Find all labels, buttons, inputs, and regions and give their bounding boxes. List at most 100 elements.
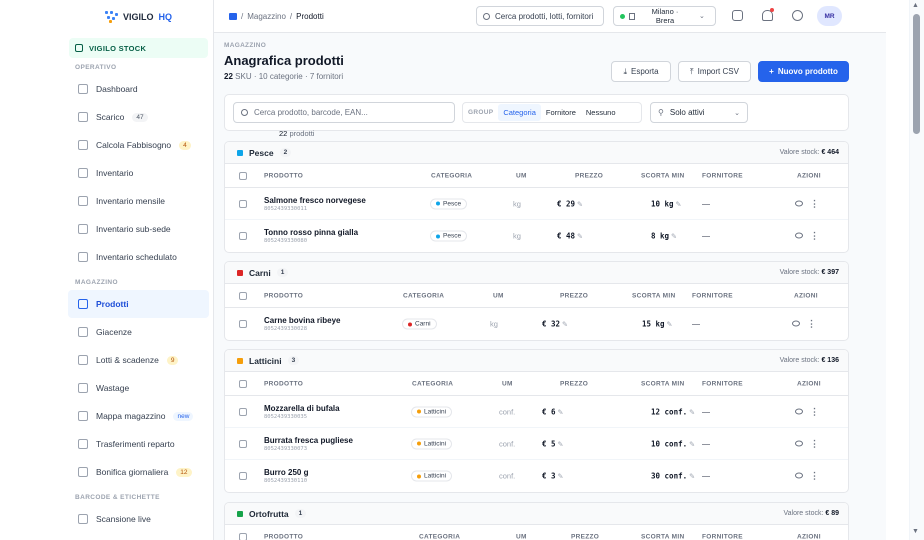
edit-pencil-icon[interactable]: ✎ — [560, 322, 568, 329]
column-header-product[interactable]: PRODOTTO — [264, 380, 303, 387]
column-header-min-stock[interactable]: SCORTA MIN — [641, 533, 684, 540]
column-header-product[interactable]: PRODOTTO — [264, 172, 303, 179]
view-eye-icon[interactable] — [792, 320, 800, 327]
edit-pencil-icon[interactable]: ✎ — [674, 201, 682, 208]
min-stock-cell[interactable]: 30 conf. ✎ — [651, 472, 695, 481]
edit-pencil-icon[interactable]: ✎ — [556, 474, 563, 481]
sidebar-item-scarico[interactable]: Scarico 47 — [64, 103, 213, 131]
row-checkbox[interactable] — [239, 472, 247, 480]
sidebar-item-wastage[interactable]: Wastage — [64, 374, 213, 402]
product-cell[interactable]: Mozzarella di bufala 8052439330035 — [264, 404, 340, 420]
select-all-checkbox[interactable] — [239, 291, 247, 300]
view-eye-icon[interactable] — [795, 200, 803, 206]
home-icon[interactable] — [229, 12, 237, 20]
row-checkbox[interactable] — [239, 407, 247, 416]
row-checkbox[interactable] — [239, 439, 247, 448]
column-header-min-stock[interactable]: SCORTA MIN — [641, 380, 684, 387]
scrollbar-thumb[interactable] — [913, 14, 920, 134]
product-cell[interactable]: Burrata fresca pugliese 8052439330073 — [264, 436, 353, 452]
column-header-supplier[interactable]: FORNITORE — [692, 292, 733, 299]
group-header[interactable]: Pesce 2 Valore stock: € 464 — [225, 142, 848, 164]
edit-pencil-icon[interactable]: ✎ — [665, 322, 673, 329]
table-row[interactable]: Burro 250 g 8052439330110 Latticini conf. € … — [225, 460, 848, 492]
product-cell[interactable]: Tonno rosso pinna gialla 8052439330080 — [264, 228, 358, 244]
price-cell[interactable]: € 5 ✎ — [542, 439, 563, 448]
scan-icon[interactable] — [732, 10, 743, 21]
column-header-category[interactable]: CATEGORIA — [419, 533, 460, 540]
row-checkbox[interactable] — [239, 199, 247, 208]
edit-pencil-icon[interactable]: ✎ — [687, 441, 695, 448]
select-all-checkbox[interactable] — [239, 379, 247, 388]
column-header-um[interactable]: UM — [502, 380, 513, 387]
global-search-input[interactable]: Cerca prodotti, lotti, fornitori — [476, 6, 604, 26]
group-header[interactable]: Ortofrutta 1 Valore stock: € 89 — [225, 503, 848, 525]
column-header-supplier[interactable]: FORNITORE — [702, 533, 743, 540]
new-product-button[interactable]: + Nuovo prodotto — [758, 61, 849, 82]
more-options-icon[interactable]: ⋮ — [810, 438, 819, 448]
edit-pencil-icon[interactable]: ✎ — [556, 441, 563, 448]
shop-switcher[interactable]: VIGILO STOCK — [69, 38, 208, 58]
column-header-price[interactable]: PREZZO — [560, 380, 588, 387]
column-header-category[interactable]: CATEGORIA — [412, 380, 453, 387]
view-eye-icon[interactable] — [795, 232, 803, 239]
sidebar-item-inventario-sub-sede[interactable]: Inventario sub-sede — [64, 215, 213, 243]
group-option-nessuno[interactable]: Nessuno — [581, 108, 621, 117]
min-stock-cell[interactable]: 10 conf. ✎ — [651, 439, 695, 448]
edit-pencil-icon[interactable]: ✎ — [575, 201, 583, 208]
min-stock-cell[interactable]: 8 kg ✎ — [651, 232, 677, 241]
sidebar-item-calcola-fabbisogno[interactable]: Calcola Fabbisogno 4 — [64, 131, 213, 159]
sidebar-item-inventario[interactable]: Inventario — [64, 159, 213, 187]
row-checkbox[interactable] — [239, 232, 247, 240]
sidebar-item-scansione-live[interactable]: Scansione live — [64, 505, 213, 533]
sidebar-item-inventario-schedulato[interactable]: Inventario schedulato — [64, 243, 213, 271]
sidebar-item-trasferimenti-reparto[interactable]: Trasferimenti reparto — [64, 430, 213, 458]
more-options-icon[interactable]: ⋮ — [810, 471, 819, 481]
view-eye-icon[interactable] — [795, 472, 803, 479]
avatar[interactable]: MR — [817, 6, 842, 26]
price-cell[interactable]: € 32 ✎ — [542, 320, 568, 329]
scroll-up-icon[interactable]: ▲ — [912, 2, 919, 9]
export-button[interactable]: ⤓ Esporta — [611, 61, 671, 82]
select-all-checkbox[interactable] — [239, 532, 247, 540]
price-cell[interactable]: € 6 ✎ — [542, 407, 563, 416]
group-option-fornitore[interactable]: Fornitore — [541, 108, 581, 117]
sidebar-item-prodotti[interactable]: Prodotti — [68, 290, 209, 318]
column-header-price[interactable]: PREZZO — [571, 533, 599, 540]
edit-pencil-icon[interactable]: ✎ — [669, 234, 677, 241]
view-eye-icon[interactable] — [795, 408, 803, 414]
price-cell[interactable]: € 48 ✎ — [557, 232, 583, 241]
sidebar-item-dashboard[interactable]: Dashboard — [64, 75, 213, 103]
price-cell[interactable]: € 29 ✎ — [557, 199, 583, 208]
table-row[interactable]: Salmone fresco norvegese 8052439330011 Pes… — [225, 188, 848, 220]
edit-pencil-icon[interactable]: ✎ — [556, 409, 563, 416]
column-header-category[interactable]: CATEGORIA — [403, 292, 444, 299]
sidebar-item-lotti-scadenze[interactable]: Lotti & scadenze 9 — [64, 346, 213, 374]
column-header-um[interactable]: UM — [493, 292, 504, 299]
min-stock-cell[interactable]: 12 conf. ✎ — [651, 407, 695, 416]
sidebar-item-mappa-magazzino[interactable]: Mappa magazzino new — [64, 402, 213, 430]
edit-pencil-icon[interactable]: ✎ — [575, 234, 583, 241]
import-csv-button[interactable]: ⤒ Import CSV — [678, 61, 751, 82]
sidebar-item-bonifica-giornaliera[interactable]: Bonifica giornaliera 12 — [64, 458, 213, 486]
edit-pencil-icon[interactable]: ✎ — [687, 474, 695, 481]
column-header-um[interactable]: UM — [516, 172, 527, 179]
group-header[interactable]: Carni 1 Valore stock: € 397 — [225, 262, 848, 284]
product-cell[interactable]: Burro 250 g 8052439330110 — [264, 468, 308, 484]
column-header-min-stock[interactable]: SCORTA MIN — [632, 292, 675, 299]
min-stock-cell[interactable]: 10 kg ✎ — [651, 199, 681, 208]
view-eye-icon[interactable] — [795, 440, 803, 446]
column-header-price[interactable]: PREZZO — [560, 292, 588, 299]
column-header-product[interactable]: PRODOTTO — [264, 292, 303, 299]
edit-pencil-icon[interactable]: ✎ — [687, 409, 695, 416]
sidebar-item-giacenze[interactable]: Giacenze — [64, 318, 213, 346]
group-header[interactable]: Latticini 3 Valore stock: € 136 — [225, 350, 848, 372]
page-scrollbar[interactable]: ▲ ▼ — [886, 0, 924, 540]
scroll-down-icon[interactable]: ▼ — [912, 528, 919, 535]
column-header-product[interactable]: PRODOTTO — [264, 533, 303, 540]
price-cell[interactable]: € 3 ✎ — [542, 472, 563, 481]
product-cell[interactable]: Salmone fresco norvegese 8052439330011 — [264, 196, 366, 212]
table-row[interactable]: Burrata fresca pugliese 8052439330073 Latt… — [225, 428, 848, 460]
product-search-input[interactable]: Cerca prodotto, barcode, EAN... — [233, 102, 455, 123]
table-row[interactable]: Mozzarella di bufala 8052439330035 Lattici… — [225, 396, 848, 428]
table-row[interactable]: Carne bovina ribeye 8052439330028 Carni kg €… — [225, 308, 848, 340]
